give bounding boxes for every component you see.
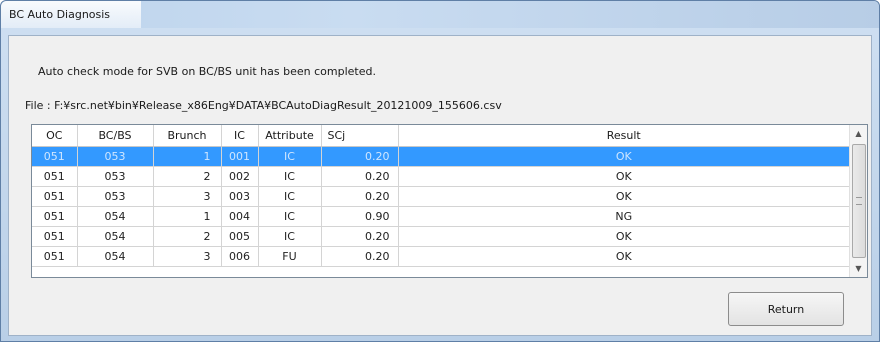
cell-scj: 0.20 <box>321 246 399 267</box>
completion-message: Auto check mode for SVB on BC/BS unit ha… <box>38 65 376 78</box>
column-header-bcbs[interactable]: BC/BS <box>77 125 154 147</box>
cell-ic: 006 <box>221 246 259 267</box>
table-row[interactable]: 051 053 3 003 IC 0.20 OK <box>32 186 850 207</box>
cell-result: OK <box>398 146 850 167</box>
cell-brunch: 2 <box>153 226 222 247</box>
return-button[interactable]: Return <box>728 292 844 326</box>
cell-ic: 005 <box>221 226 259 247</box>
scrollbar-thumb[interactable] <box>852 144 866 258</box>
cell-ic: 003 <box>221 186 259 207</box>
column-header-ic[interactable]: IC <box>221 125 259 147</box>
cell-bcbs: 054 <box>77 226 154 247</box>
cell-oc: 051 <box>32 206 78 227</box>
cell-bcbs: 053 <box>77 186 154 207</box>
cell-attribute: IC <box>258 146 322 167</box>
cell-result: NG <box>398 206 850 227</box>
cell-ic: 004 <box>221 206 259 227</box>
cell-oc: 051 <box>32 226 78 247</box>
cell-scj: 0.20 <box>321 166 399 187</box>
cell-ic: 001 <box>221 146 259 167</box>
cell-scj: 0.20 <box>321 146 399 167</box>
cell-result: OK <box>398 186 850 207</box>
table-row[interactable]: 051 054 1 004 IC 0.90 NG <box>32 206 850 227</box>
cell-brunch: 3 <box>153 246 222 267</box>
cell-attribute: IC <box>258 186 322 207</box>
cell-result: OK <box>398 166 850 187</box>
table-row[interactable]: 051 054 2 005 IC 0.20 OK <box>32 226 850 247</box>
cell-bcbs: 053 <box>77 166 154 187</box>
cell-oc: 051 <box>32 186 78 207</box>
cell-result: OK <box>398 246 850 267</box>
cell-attribute: FU <box>258 246 322 267</box>
cell-oc: 051 <box>32 166 78 187</box>
cell-attribute: IC <box>258 226 322 247</box>
cell-scj: 0.20 <box>321 186 399 207</box>
column-header-scj[interactable]: SCj <box>321 125 399 147</box>
table-row[interactable]: 051 053 2 002 IC 0.20 OK <box>32 166 850 187</box>
cell-brunch: 3 <box>153 186 222 207</box>
cell-brunch: 2 <box>153 166 222 187</box>
column-header-attribute[interactable]: Attribute <box>258 125 322 147</box>
cell-oc: 051 <box>32 146 78 167</box>
cell-result: OK <box>398 226 850 247</box>
title-bar[interactable]: BC Auto Diagnosis <box>1 1 879 28</box>
cell-ic: 002 <box>221 166 259 187</box>
bc-auto-diagnosis-window: BC Auto Diagnosis Auto check mode for SV… <box>0 0 880 342</box>
cell-brunch: 1 <box>153 206 222 227</box>
grid-header-row: OC BC/BS Brunch IC Attribute SCj Result <box>32 125 850 147</box>
cell-brunch: 1 <box>153 146 222 167</box>
table-row[interactable]: 051 053 1 001 IC 0.20 OK <box>32 146 850 167</box>
cell-bcbs: 053 <box>77 146 154 167</box>
column-header-oc[interactable]: OC <box>32 125 78 147</box>
cell-oc: 051 <box>32 246 78 267</box>
column-header-brunch[interactable]: Brunch <box>153 125 222 147</box>
cell-attribute: IC <box>258 166 322 187</box>
column-header-result[interactable]: Result <box>398 125 850 147</box>
window-title: BC Auto Diagnosis <box>9 8 111 21</box>
dialog-client-area: Auto check mode for SVB on BC/BS unit ha… <box>8 35 872 336</box>
file-path-value: F:¥src.net¥bin¥Release_x86Eng¥DATA¥BCAut… <box>54 99 502 112</box>
cell-bcbs: 054 <box>77 206 154 227</box>
cell-scj: 0.90 <box>321 206 399 227</box>
vertical-scrollbar[interactable]: ▲ ▼ <box>849 125 867 277</box>
result-grid[interactable]: OC BC/BS Brunch IC Attribute SCj Result … <box>31 124 868 278</box>
cell-bcbs: 054 <box>77 246 154 267</box>
scroll-up-arrow-icon[interactable]: ▲ <box>850 125 867 142</box>
file-path-line: File : F:¥src.net¥bin¥Release_x86Eng¥DAT… <box>25 99 502 112</box>
file-label: File : <box>25 99 55 112</box>
scroll-down-arrow-icon[interactable]: ▼ <box>850 260 867 277</box>
cell-attribute: IC <box>258 206 322 227</box>
grip-icon <box>856 197 862 205</box>
table-row[interactable]: 051 054 3 006 FU 0.20 OK <box>32 246 850 267</box>
cell-scj: 0.20 <box>321 226 399 247</box>
result-table: OC BC/BS Brunch IC Attribute SCj Result … <box>32 125 850 267</box>
